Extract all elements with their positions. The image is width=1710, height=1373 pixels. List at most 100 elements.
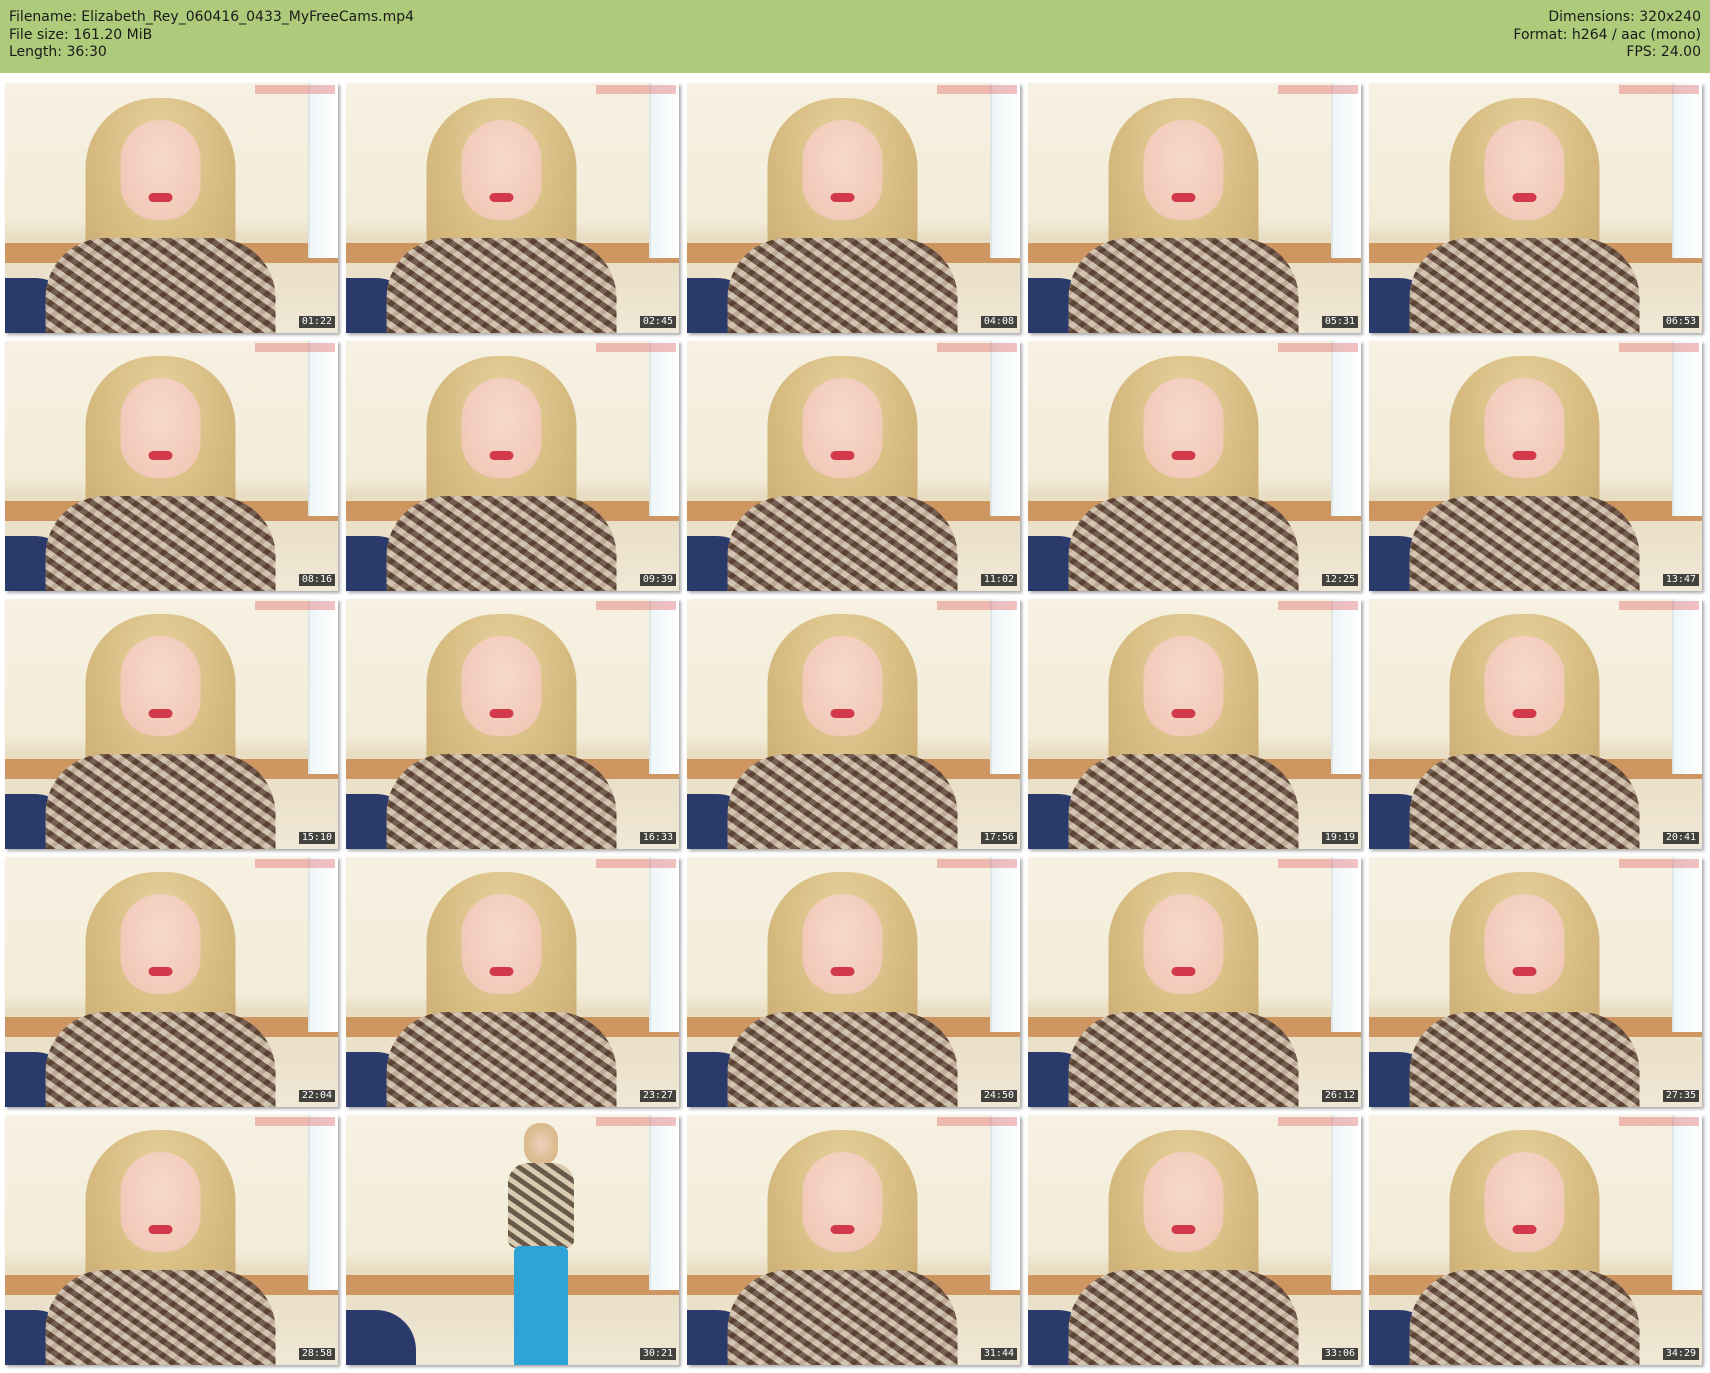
video-thumbnail[interactable]: 22:04 bbox=[5, 857, 338, 1107]
figure-lips bbox=[1512, 967, 1536, 976]
window-blind bbox=[649, 1115, 679, 1290]
watermark-logo bbox=[1619, 1117, 1699, 1126]
stream-info: Dimensions: 320x240 Format: h264 / aac (… bbox=[1513, 9, 1701, 62]
window-blind bbox=[649, 83, 679, 258]
figure-shirt bbox=[727, 1270, 957, 1365]
figure-lips bbox=[830, 967, 854, 976]
person-figure bbox=[45, 614, 275, 849]
video-thumbnail[interactable]: 30:21 bbox=[346, 1115, 679, 1365]
video-thumbnail[interactable]: 17:56 bbox=[687, 599, 1020, 849]
person-figure bbox=[727, 872, 957, 1107]
video-thumbnail[interactable]: 20:41 bbox=[1369, 599, 1702, 849]
figure-shirt bbox=[1068, 1012, 1298, 1107]
person-figure bbox=[1068, 1130, 1298, 1365]
window-blind bbox=[990, 1115, 1020, 1290]
figure-lips bbox=[1171, 451, 1195, 460]
window-blind bbox=[1331, 599, 1361, 774]
window-blind bbox=[1672, 599, 1702, 774]
video-thumbnail[interactable]: 23:27 bbox=[346, 857, 679, 1107]
figure-face bbox=[1143, 120, 1223, 220]
timestamp-label: 16:33 bbox=[639, 832, 676, 844]
watermark-logo bbox=[1278, 601, 1358, 610]
video-thumbnail[interactable]: 16:33 bbox=[346, 599, 679, 849]
figure-shirt bbox=[45, 238, 275, 333]
figure-face bbox=[1143, 378, 1223, 478]
timestamp-label: 26:12 bbox=[1321, 1090, 1358, 1102]
watermark-logo bbox=[1278, 1117, 1358, 1126]
figure-lips bbox=[830, 1225, 854, 1234]
figure-lips bbox=[830, 451, 854, 460]
person-figure bbox=[727, 356, 957, 591]
video-thumbnail[interactable]: 09:39 bbox=[346, 341, 679, 591]
window-blind bbox=[1672, 857, 1702, 1032]
video-thumbnail[interactable]: 33:06 bbox=[1028, 1115, 1361, 1365]
timestamp-label: 05:31 bbox=[1321, 316, 1358, 328]
timestamp-label: 11:02 bbox=[980, 574, 1017, 586]
video-thumbnail[interactable]: 11:02 bbox=[687, 341, 1020, 591]
figure-shirt bbox=[727, 496, 957, 591]
video-thumbnail[interactable]: 31:44 bbox=[687, 1115, 1020, 1365]
figure-face bbox=[802, 378, 882, 478]
video-thumbnail[interactable]: 02:45 bbox=[346, 83, 679, 333]
video-thumbnail[interactable]: 24:50 bbox=[687, 857, 1020, 1107]
video-thumbnail[interactable]: 05:31 bbox=[1028, 83, 1361, 333]
window-blind bbox=[1331, 1115, 1361, 1290]
figure-shirt bbox=[45, 1270, 275, 1365]
window-blind bbox=[308, 83, 338, 258]
figure-shirt bbox=[1068, 496, 1298, 591]
video-thumbnail[interactable]: 08:16 bbox=[5, 341, 338, 591]
timestamp-label: 04:08 bbox=[980, 316, 1017, 328]
timestamp-label: 13:47 bbox=[1662, 574, 1699, 586]
fps-text: FPS: 24.00 bbox=[1626, 44, 1701, 60]
length-text: Length: 36:30 bbox=[9, 44, 107, 60]
video-thumbnail[interactable]: 01:22 bbox=[5, 83, 338, 333]
figure-shirt bbox=[45, 496, 275, 591]
figure-shirt bbox=[727, 1012, 957, 1107]
video-thumbnail[interactable]: 28:58 bbox=[5, 1115, 338, 1365]
figure-lips bbox=[1171, 709, 1195, 718]
window-blind bbox=[1672, 341, 1702, 516]
video-thumbnail[interactable]: 13:47 bbox=[1369, 341, 1702, 591]
timestamp-label: 08:16 bbox=[298, 574, 335, 586]
figure-lips bbox=[1512, 193, 1536, 202]
timestamp-label: 01:22 bbox=[298, 316, 335, 328]
window-blind bbox=[308, 599, 338, 774]
figure-face bbox=[120, 894, 200, 994]
timestamp-label: 31:44 bbox=[980, 1348, 1017, 1360]
figure-lips bbox=[1512, 451, 1536, 460]
figure-lips bbox=[489, 709, 513, 718]
timestamp-label: 24:50 bbox=[980, 1090, 1017, 1102]
figure-shirt bbox=[1409, 1012, 1639, 1107]
video-thumbnail[interactable]: 15:10 bbox=[5, 599, 338, 849]
timestamp-label: 22:04 bbox=[298, 1090, 335, 1102]
window-blind bbox=[1331, 341, 1361, 516]
figure-lips bbox=[489, 193, 513, 202]
person-figure bbox=[386, 872, 616, 1107]
watermark-logo bbox=[1278, 85, 1358, 94]
video-thumbnail[interactable]: 12:25 bbox=[1028, 341, 1361, 591]
window-blind bbox=[649, 857, 679, 1032]
figure-face bbox=[1143, 636, 1223, 736]
video-thumbnail[interactable]: 04:08 bbox=[687, 83, 1020, 333]
video-thumbnail[interactable]: 06:53 bbox=[1369, 83, 1702, 333]
person-figure bbox=[45, 872, 275, 1107]
window-blind bbox=[990, 83, 1020, 258]
figure-lips bbox=[1171, 193, 1195, 202]
figure-face bbox=[461, 636, 541, 736]
figure-shirt bbox=[1409, 238, 1639, 333]
timestamp-label: 12:25 bbox=[1321, 574, 1358, 586]
video-thumbnail[interactable]: 26:12 bbox=[1028, 857, 1361, 1107]
video-thumbnail[interactable]: 34:29 bbox=[1369, 1115, 1702, 1365]
video-thumbnail[interactable]: 27:35 bbox=[1369, 857, 1702, 1107]
video-thumbnail[interactable]: 19:19 bbox=[1028, 599, 1361, 849]
timestamp-label: 09:39 bbox=[639, 574, 676, 586]
figure-lips bbox=[830, 709, 854, 718]
chair bbox=[346, 1310, 416, 1365]
person-figure bbox=[1068, 614, 1298, 849]
figure-face bbox=[1484, 120, 1564, 220]
figure-shirt bbox=[45, 1012, 275, 1107]
person-figure bbox=[1068, 356, 1298, 591]
figure-face bbox=[120, 1152, 200, 1252]
figure-face bbox=[802, 1152, 882, 1252]
watermark-logo bbox=[1619, 859, 1699, 868]
